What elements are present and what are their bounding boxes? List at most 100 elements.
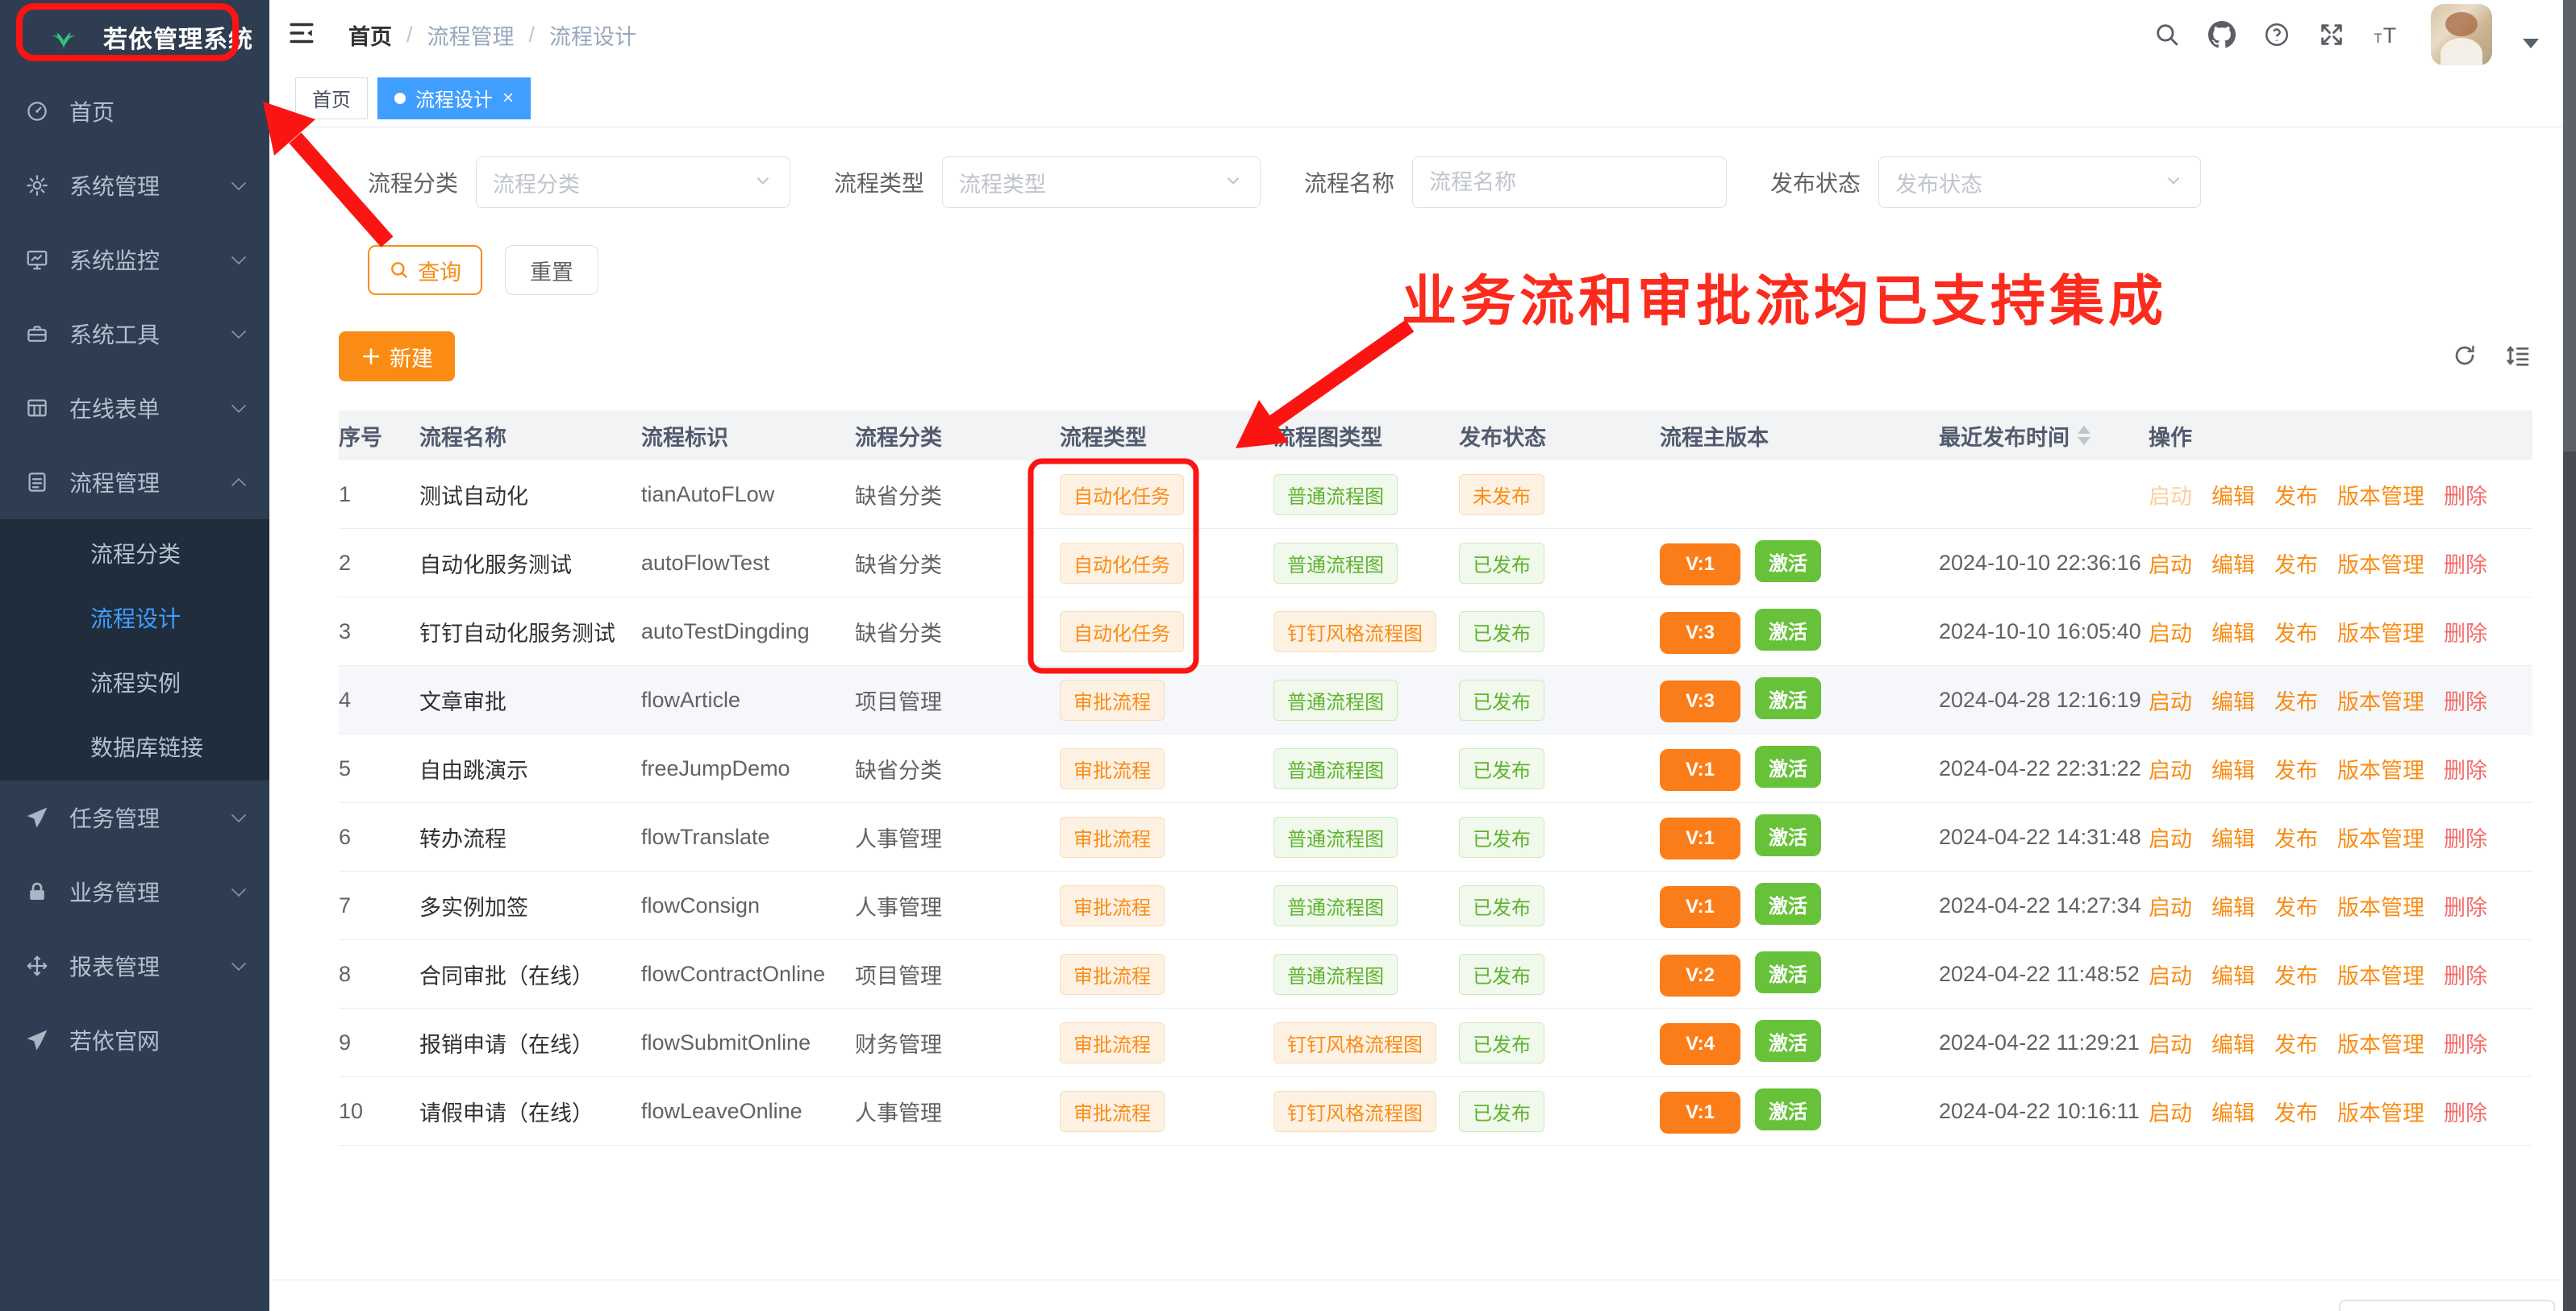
action-delete[interactable]: 删除	[2444, 1096, 2487, 1127]
action-edit[interactable]: 编辑	[2211, 616, 2255, 647]
tab-home[interactable]: 首页	[295, 77, 368, 119]
tab-process-design[interactable]: 流程设计×	[377, 77, 531, 119]
action-start[interactable]: 启动	[2149, 1027, 2192, 1059]
sidebar-item-report-management[interactable]: 报表管理	[0, 929, 269, 1003]
fullscreen-icon[interactable]	[2316, 19, 2347, 50]
action-delete[interactable]: 删除	[2444, 959, 2487, 990]
action-edit[interactable]: 编辑	[2211, 547, 2255, 579]
action-delete[interactable]: 删除	[2444, 547, 2487, 579]
close-icon[interactable]: ×	[502, 89, 514, 108]
cell-publish-time: 2024-04-22 10:16:11	[1939, 1099, 2149, 1124]
sidebar-item-process-management[interactable]: 流程管理	[0, 445, 269, 519]
refresh-icon[interactable]	[2452, 343, 2479, 370]
action-edit[interactable]: 编辑	[2211, 959, 2255, 990]
process-category-select[interactable]: 流程分类	[476, 156, 790, 208]
action-version-manage[interactable]: 版本管理	[2337, 479, 2424, 510]
cell-actions: 启动编辑发布版本管理删除	[2149, 959, 2532, 990]
action-version-manage[interactable]: 版本管理	[2337, 685, 2424, 716]
action-publish[interactable]: 发布	[2274, 1027, 2318, 1059]
sidebar-item-ruoyi-website[interactable]: 若依官网	[0, 1003, 269, 1077]
help-icon[interactable]	[2261, 19, 2292, 50]
sidebar-item-process-instance[interactable]: 流程实例	[0, 650, 269, 714]
sidebar-item-database-link[interactable]: 数据库链接	[0, 714, 269, 779]
action-edit[interactable]: 编辑	[2211, 890, 2255, 922]
sidebar-item-home[interactable]: 首页	[0, 74, 269, 148]
action-edit[interactable]: 编辑	[2211, 685, 2255, 716]
line-height-icon[interactable]	[2505, 343, 2532, 370]
breadcrumb-item[interactable]: 首页	[348, 19, 392, 51]
action-delete[interactable]: 删除	[2444, 616, 2487, 647]
cell-index: 6	[339, 825, 419, 850]
action-delete[interactable]: 删除	[2444, 479, 2487, 510]
action-edit[interactable]: 编辑	[2211, 1096, 2255, 1127]
action-version-manage[interactable]: 版本管理	[2337, 547, 2424, 579]
action-delete[interactable]: 删除	[2444, 685, 2487, 716]
action-start[interactable]: 启动	[2149, 959, 2192, 990]
action-start[interactable]: 启动	[2149, 479, 2192, 510]
sidebar-item-process-design[interactable]: 流程设计	[0, 585, 269, 650]
action-start[interactable]: 启动	[2149, 890, 2192, 922]
action-version-manage[interactable]: 版本管理	[2337, 1027, 2424, 1059]
action-delete[interactable]: 删除	[2444, 890, 2487, 922]
toolbox-icon	[24, 321, 50, 347]
action-edit[interactable]: 编辑	[2211, 822, 2255, 853]
action-edit[interactable]: 编辑	[2211, 753, 2255, 785]
publish-status-select[interactable]: 发布状态	[1878, 156, 2201, 208]
table-row: 2自动化服务测试autoFlowTest缺省分类自动化任务普通流程图已发布V:1…	[339, 529, 2532, 597]
action-publish[interactable]: 发布	[2274, 685, 2318, 716]
action-publish[interactable]: 发布	[2274, 753, 2318, 785]
action-publish[interactable]: 发布	[2274, 616, 2318, 647]
sidebar-item-system-management[interactable]: 系统管理	[0, 148, 269, 223]
cell-status: 未发布	[1459, 474, 1660, 515]
font-size-icon[interactable]: TT	[2371, 19, 2402, 50]
search-button[interactable]: 查询	[368, 245, 482, 295]
app-logo[interactable]: 若依管理系统	[0, 0, 269, 74]
action-version-manage[interactable]: 版本管理	[2337, 959, 2424, 990]
column-header: 流程类型	[1060, 420, 1273, 452]
action-version-manage[interactable]: 版本管理	[2337, 753, 2424, 785]
action-publish[interactable]: 发布	[2274, 547, 2318, 579]
action-start[interactable]: 启动	[2149, 1096, 2192, 1127]
cell-process-name: 请假申请（在线）	[419, 1096, 641, 1127]
cell-status: 已发布	[1459, 748, 1660, 789]
reset-button[interactable]: 重置	[505, 245, 598, 295]
action-version-manage[interactable]: 版本管理	[2337, 890, 2424, 922]
action-publish[interactable]: 发布	[2274, 890, 2318, 922]
action-edit[interactable]: 编辑	[2211, 479, 2255, 510]
github-icon[interactable]	[2207, 19, 2237, 50]
process-type-select[interactable]: 流程类型	[942, 156, 1261, 208]
process-name-input[interactable]	[1429, 170, 1710, 195]
action-start[interactable]: 启动	[2149, 547, 2192, 579]
create-button[interactable]: 新建	[339, 331, 455, 381]
action-publish[interactable]: 发布	[2274, 822, 2318, 853]
action-delete[interactable]: 删除	[2444, 753, 2487, 785]
cell-actions: 启动编辑发布版本管理删除	[2149, 479, 2532, 510]
user-menu-caret-icon[interactable]	[2523, 39, 2539, 48]
action-start[interactable]: 启动	[2149, 685, 2192, 716]
sort-caret-icon[interactable]	[2078, 426, 2090, 445]
sidebar-collapse-icon[interactable]	[287, 19, 319, 51]
action-delete[interactable]: 删除	[2444, 822, 2487, 853]
action-version-manage[interactable]: 版本管理	[2337, 1096, 2424, 1127]
action-publish[interactable]: 发布	[2274, 959, 2318, 990]
pagination-size-select[interactable]	[2339, 1300, 2555, 1311]
sidebar-item-system-tools[interactable]: 系统工具	[0, 297, 269, 371]
avatar[interactable]	[2431, 4, 2492, 65]
sidebar-item-task-management[interactable]: 任务管理	[0, 780, 269, 855]
action-start[interactable]: 启动	[2149, 616, 2192, 647]
action-start[interactable]: 启动	[2149, 822, 2192, 853]
action-edit[interactable]: 编辑	[2211, 1027, 2255, 1059]
action-version-manage[interactable]: 版本管理	[2337, 822, 2424, 853]
page-scrollbar[interactable]	[2563, 0, 2576, 1311]
search-icon[interactable]	[2152, 19, 2182, 50]
action-delete[interactable]: 删除	[2444, 1027, 2487, 1059]
sidebar-item-business-management[interactable]: 业务管理	[0, 855, 269, 929]
sidebar-item-online-forms[interactable]: 在线表单	[0, 371, 269, 445]
sidebar-item-system-monitor[interactable]: 系统监控	[0, 223, 269, 297]
column-header[interactable]: 最近发布时间	[1939, 420, 2149, 452]
action-publish[interactable]: 发布	[2274, 1096, 2318, 1127]
sidebar-item-process-category[interactable]: 流程分类	[0, 521, 269, 585]
action-version-manage[interactable]: 版本管理	[2337, 616, 2424, 647]
action-publish[interactable]: 发布	[2274, 479, 2318, 510]
action-start[interactable]: 启动	[2149, 753, 2192, 785]
